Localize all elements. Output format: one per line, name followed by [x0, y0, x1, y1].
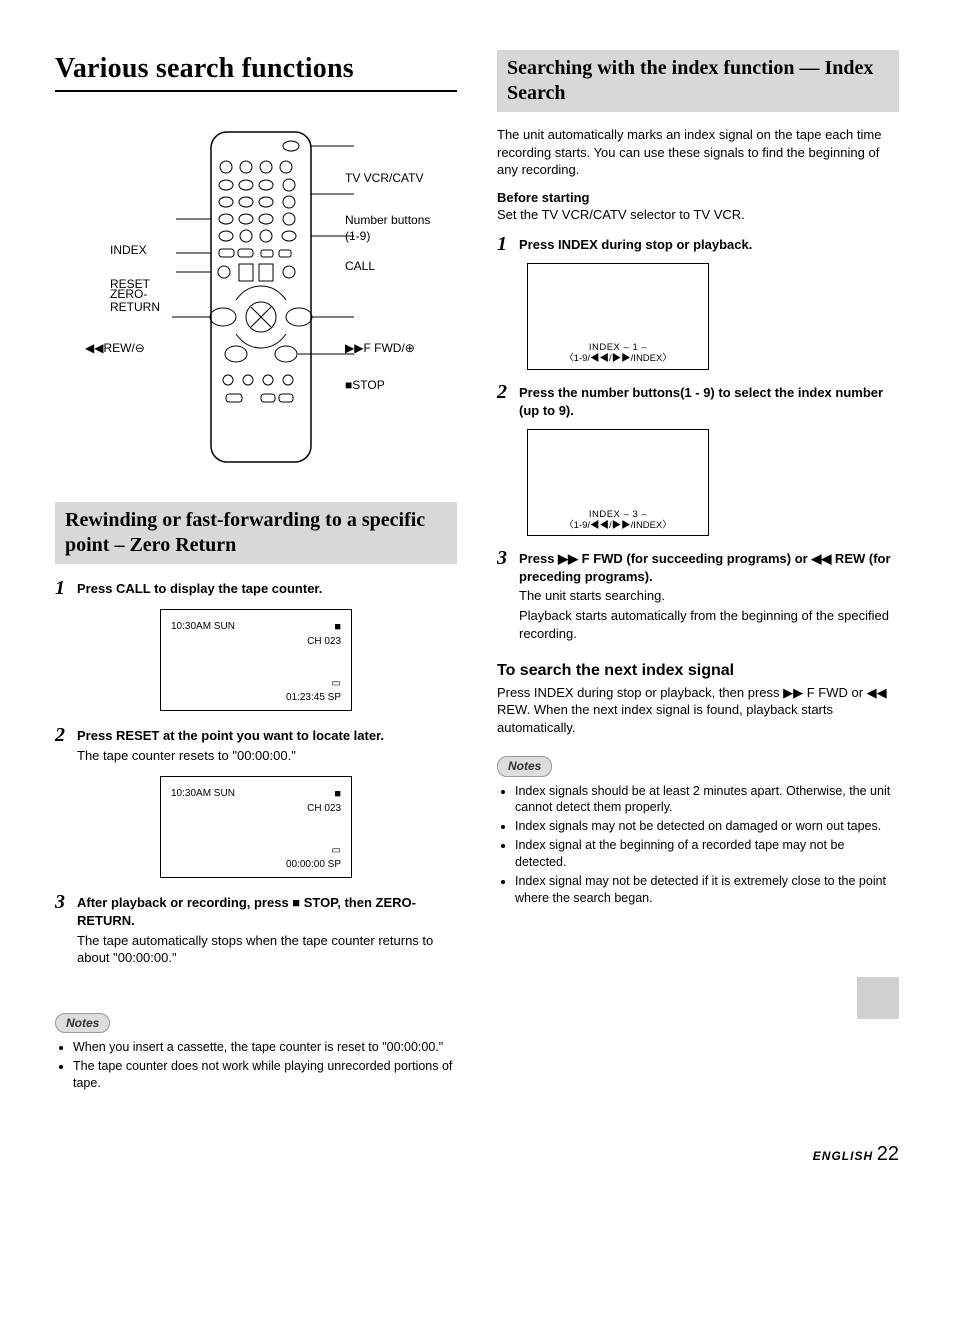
osd-2: 10:30AM SUN ■ CH 023 ▭ 00:00:00 SP [160, 776, 352, 878]
is-step3-b1: The unit starts searching. [519, 587, 899, 605]
is-osd1-l2: 〈1-9/◀◀/▶▶/INDEX〉 [528, 353, 708, 366]
zr-step-3: 3 After playback or recording, press ■ S… [55, 892, 457, 968]
is-step2-lead: Press the number buttons(1 - 9) to selec… [519, 384, 899, 419]
zr-step-1: 1 Press CALL to display the tape counter… [55, 578, 457, 600]
label-rew: ◀◀REW/⊖ [85, 340, 145, 356]
zr-step3-body: The tape automatically stops when the ta… [77, 932, 457, 967]
zr-step2-body: The tape counter resets to "00:00:00." [77, 747, 457, 765]
page-footer: ENGLISH 22 [55, 1141, 899, 1168]
osd1-counter: 01:23:45 SP [286, 692, 341, 703]
zr-notes: When you insert a cassette, the tape cou… [55, 1039, 457, 1092]
stop-icon: ■ [334, 621, 341, 633]
label-number-buttons: Number buttons (1-9) [345, 212, 435, 244]
before-body: Set the TV VCR/CATV selector to TV VCR. [497, 207, 745, 222]
label-ffwd: ▶▶F FWD/⊕ [345, 340, 415, 356]
section-index-search-title: Searching with the index function — Inde… [497, 50, 899, 112]
label-tvvcrcatv: TV VCR/CATV [345, 170, 423, 186]
zr-step1-lead: Press CALL to display the tape counter. [77, 580, 457, 598]
stop-icon: ■ [334, 788, 341, 800]
is-notes: Index signals should be at least 2 minut… [497, 783, 899, 907]
osd1-ch: CH 023 [307, 636, 341, 647]
label-call: CALL [345, 258, 375, 274]
is-note-2: Index signals may not be detected on dam… [515, 818, 899, 835]
zr-step3-lead: After playback or recording, press ■ STO… [77, 894, 457, 929]
is-notes-label: Notes [497, 756, 552, 776]
is-note-4: Index signal may not be detected if it i… [515, 873, 899, 907]
is-step-3: 3 Press ▶▶ F FWD (for succeeding program… [497, 548, 899, 644]
is-step-2: 2 Press the number buttons(1 - 9) to sel… [497, 382, 899, 421]
osd2-time: 10:30AM SUN [171, 787, 235, 801]
is-step3-lead: Press ▶▶ F FWD (for succeeding programs)… [519, 550, 899, 585]
osd2-ch: CH 023 [307, 803, 341, 814]
notes-label: Notes [55, 1013, 110, 1033]
is-intro: The unit automatically marks an index si… [497, 126, 899, 179]
label-index: INDEX [110, 242, 147, 258]
zr-step2-lead: Press RESET at the point you want to loc… [77, 727, 457, 745]
is-osd-1: INDEX – 1 – 〈1-9/◀◀/▶▶/INDEX〉 [527, 263, 709, 370]
zr-note-2: The tape counter does not work while pla… [73, 1058, 457, 1092]
is-step-1: 1 Press INDEX during stop or playback. [497, 234, 899, 256]
footer-page-number: 22 [877, 1143, 899, 1165]
cassette-icon: ▭ [332, 678, 341, 689]
is-osd-2: INDEX – 3 – 〈1-9/◀◀/▶▶/INDEX〉 [527, 429, 709, 536]
page-title: Various search functions [55, 50, 457, 92]
zr-step-2: 2 Press RESET at the point you want to l… [55, 725, 457, 766]
zr-note-1: When you insert a cassette, the tape cou… [73, 1039, 457, 1056]
is-step1-lead: Press INDEX during stop or playback. [519, 236, 899, 254]
is-step3-b2: Playback starts automatically from the b… [519, 607, 899, 642]
osd1-time: 10:30AM SUN [171, 620, 235, 634]
osd2-counter: 00:00:00 SP [286, 859, 341, 870]
label-stop: ■STOP [345, 377, 385, 393]
cassette-icon: ▭ [332, 845, 341, 856]
section-zero-return-title: Rewinding or fast-forwarding to a specif… [55, 502, 457, 564]
footer-lang: ENGLISH [813, 1149, 873, 1163]
thumb-icon [857, 977, 899, 1019]
next-index-body: Press INDEX during stop or playback, the… [497, 684, 899, 737]
is-note-3: Index signal at the beginning of a recor… [515, 837, 899, 871]
is-note-1: Index signals should be at least 2 minut… [515, 783, 899, 817]
osd-1: 10:30AM SUN ■ CH 023 ▭ 01:23:45 SP [160, 609, 352, 711]
is-osd2-l2: 〈1-9/◀◀/▶▶/INDEX〉 [528, 520, 708, 533]
before-label: Before starting [497, 190, 589, 205]
label-zero-return: ZERO-RETURN [110, 288, 170, 314]
next-index-title: To search the next index signal [497, 660, 899, 682]
